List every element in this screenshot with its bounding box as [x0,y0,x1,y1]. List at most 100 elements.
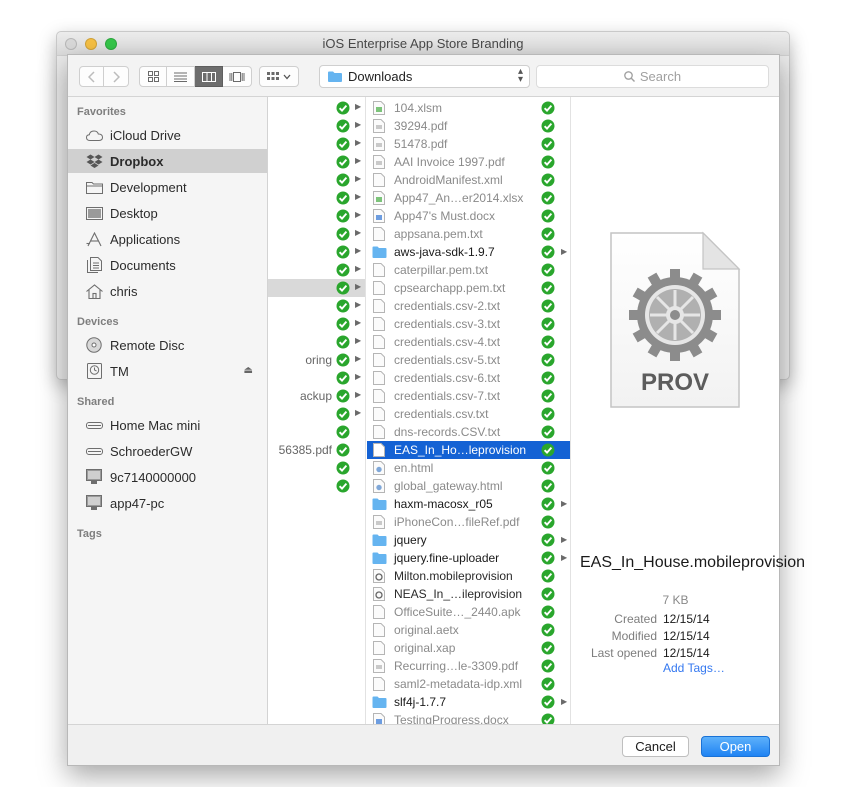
file-row[interactable]: App47_An…er2014.xlsx [367,189,570,207]
arrange-button[interactable] [259,66,299,87]
file-row[interactable]: global_gateway.html [367,477,570,495]
add-tags-link[interactable]: Add Tags… [663,661,725,675]
file-row[interactable]: credentials.csv-6.txt [367,369,570,387]
file-row[interactable]: credentials.csv-2.txt [367,297,570,315]
parent-row[interactable]: ▶ [268,153,365,171]
parent-row[interactable]: ▶ [268,189,365,207]
file-row[interactable]: NEAS_In_…ileprovision [367,585,570,603]
parent-row[interactable]: ▶ [268,297,365,315]
parent-row[interactable]: ▶ [268,369,365,387]
parent-row[interactable]: ▶ [268,171,365,189]
file-row[interactable]: App47's Must.docx [367,207,570,225]
folder-icon [372,498,387,510]
parent-row[interactable]: ▶ [268,333,365,351]
sidebar-item-remote-disc[interactable]: Remote Disc [68,333,267,357]
file-row[interactable]: Milton.mobileprovision [367,567,570,585]
file-row[interactable]: aws-java-sdk-1.9.7 ▶ [367,243,570,261]
sidebar-item-dropbox[interactable]: Dropbox [68,149,267,173]
sync-check-icon [541,515,555,529]
parent-row[interactable]: ▶ [268,99,365,117]
parent-row[interactable]: ▶ [268,225,365,243]
parent-row[interactable]: 56385.pdf [268,441,365,459]
file-row[interactable]: 104.xlsm [367,99,570,117]
sidebar-item-icloud-drive[interactable]: iCloud Drive [68,123,267,147]
file-row[interactable]: AndroidManifest.xml [367,171,570,189]
eject-icon[interactable]: ⏏ [244,365,253,376]
search-icon [624,71,635,82]
parent-row[interactable]: ▶ [268,261,365,279]
list-view-button[interactable] [167,66,195,87]
parent-row[interactable]: ▶ [268,135,365,153]
file-row-selected[interactable]: EAS_In_Ho…leprovision [367,441,570,459]
file-row[interactable]: jquery.fine-uploader ▶ [367,549,570,567]
sidebar-item-chris[interactable]: chris [68,279,267,303]
sync-check-icon [541,389,555,403]
search-field[interactable]: Search [536,65,769,88]
sidebar-item-schroedergw[interactable]: SchroederGW [68,439,267,463]
file-name: OfficeSuite…_2440.apk [394,605,521,619]
sync-check-icon [336,389,350,403]
parent-row[interactable]: ▶ [268,207,365,225]
sync-check-icon [541,497,555,511]
sidebar-item-desktop[interactable]: Desktop [68,201,267,225]
file-row[interactable]: Recurring…le-3309.pdf [367,657,570,675]
parent-row[interactable]: ackup ▶ [268,387,365,405]
file-row[interactable]: saml2-metadata-idp.xml [367,675,570,693]
parent-row[interactable] [268,423,365,441]
file-row[interactable]: en.html [367,459,570,477]
document-icon [373,677,385,691]
file-row[interactable]: OfficeSuite…_2440.apk [367,603,570,621]
file-row[interactable]: dns-records.CSV.txt [367,423,570,441]
file-row[interactable]: credentials.csv.txt [367,405,570,423]
sidebar-item-home-mac-mini[interactable]: Home Mac mini [68,413,267,437]
location-popup[interactable]: Downloads ▴ ▾ [319,65,530,88]
file-row[interactable]: TestingProgress.docx [367,711,570,724]
parent-column[interactable]: ▶ ▶ ▶ ▶ ▶ ▶ ▶ ▶ ▶ ▶ ▶ ▶ ▶ ▶ oring ▶ ▶ ackup ▶ ▶ 56385.pdf [268,97,366,724]
sidebar-item-documents[interactable]: Documents [68,253,267,277]
file-row[interactable]: credentials.csv-7.txt [367,387,570,405]
parent-row[interactable]: oring ▶ [268,351,365,369]
parent-row[interactable] [268,459,365,477]
parent-row[interactable]: ▶ [268,117,365,135]
sidebar-item-tm[interactable]: TM ⏏ [68,359,267,383]
file-row[interactable]: AAI Invoice 1997.pdf [367,153,570,171]
provision-icon [373,587,385,601]
file-row[interactable]: caterpillar.pem.txt [367,261,570,279]
file-row[interactable]: appsana.pem.txt [367,225,570,243]
file-row[interactable]: original.aetx [367,621,570,639]
downloads-column[interactable]: 104.xlsm 39294.pdf 51478.pdf AAI Invoice 19… [367,97,571,724]
file-row[interactable]: 39294.pdf [367,117,570,135]
parent-row[interactable]: ▶ [268,405,365,423]
file-row[interactable]: original.xap [367,639,570,657]
file-row[interactable]: credentials.csv-4.txt [367,333,570,351]
icon-view-button[interactable] [139,66,167,87]
file-row[interactable]: credentials.csv-5.txt [367,351,570,369]
sidebar-item-development[interactable]: Development [68,175,267,199]
back-button[interactable] [79,66,104,87]
open-button[interactable]: Open [701,736,770,757]
file-row[interactable]: cpsearchapp.pem.txt [367,279,570,297]
folder-icon [372,696,387,708]
sync-check-icon [336,335,350,349]
file-row[interactable]: 51478.pdf [367,135,570,153]
column-view-button[interactable] [195,66,223,87]
parent-row[interactable]: ▶ [268,243,365,261]
file-row[interactable]: iPhoneCon…fileRef.pdf [367,513,570,531]
coverflow-view-button[interactable] [223,66,252,87]
forward-button[interactable] [104,66,129,87]
meta-key: Last opened [590,646,657,660]
sidebar-item-app47-pc[interactable]: app47-pc [68,491,267,515]
file-name: cpsearchapp.pem.txt [394,281,506,295]
cancel-button[interactable]: Cancel [622,736,689,757]
file-row[interactable]: jquery ▶ [367,531,570,549]
disclosure-arrow-icon: ▶ [355,156,362,165]
parent-row[interactable] [268,477,365,495]
file-row[interactable]: haxm-macosx_r05 ▶ [367,495,570,513]
parent-row[interactable]: ▶ [268,315,365,333]
file-row[interactable]: credentials.csv-3.txt [367,315,570,333]
sidebar-item-applications[interactable]: Applications [68,227,267,251]
parent-row-selected[interactable]: ▶ [268,279,365,297]
file-row[interactable]: slf4j-1.7.7 ▶ [367,693,570,711]
sidebar-item-9c7140000000[interactable]: 9c7140000000 [68,465,267,489]
sync-check-icon [541,677,555,691]
